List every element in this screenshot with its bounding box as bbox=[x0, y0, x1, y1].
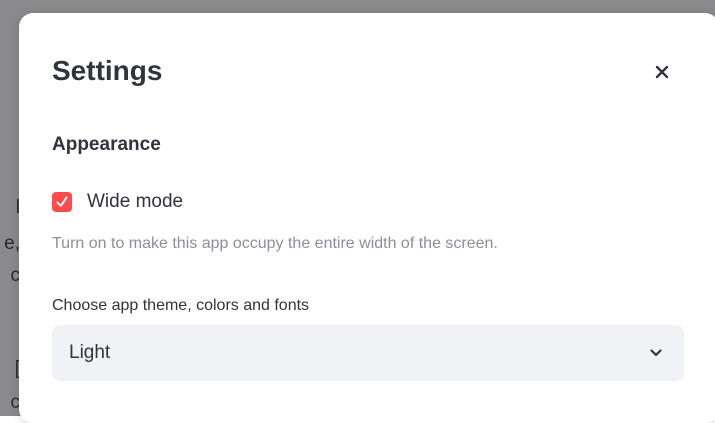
close-button[interactable] bbox=[647, 57, 677, 87]
settings-dialog: Settings Appearance Wide mode Turn on to… bbox=[19, 13, 715, 423]
background-text-fragment: c bbox=[10, 392, 21, 413]
theme-select-label: Choose app theme, colors and fonts bbox=[52, 297, 310, 314]
background-text-fragment: l bbox=[15, 197, 20, 218]
wide-mode-checkbox-row[interactable]: Wide mode bbox=[52, 189, 183, 215]
theme-select-value: Light bbox=[69, 342, 111, 363]
background-text-fragment: [ bbox=[14, 358, 20, 379]
chevron-down-icon bbox=[650, 349, 662, 357]
dialog-title: Settings bbox=[52, 55, 163, 86]
checkmark-icon bbox=[56, 196, 68, 207]
wide-mode-checkbox[interactable] bbox=[52, 192, 72, 212]
background-text-fragment: e, bbox=[4, 233, 20, 254]
section-heading-appearance: Appearance bbox=[52, 134, 161, 155]
theme-select[interactable]: Light bbox=[52, 325, 684, 381]
background-text-fragment: c bbox=[10, 265, 21, 286]
close-icon bbox=[655, 65, 669, 79]
wide-mode-label[interactable]: Wide mode bbox=[87, 189, 183, 215]
wide-mode-help-text: Turn on to make this app occupy the enti… bbox=[52, 235, 498, 252]
